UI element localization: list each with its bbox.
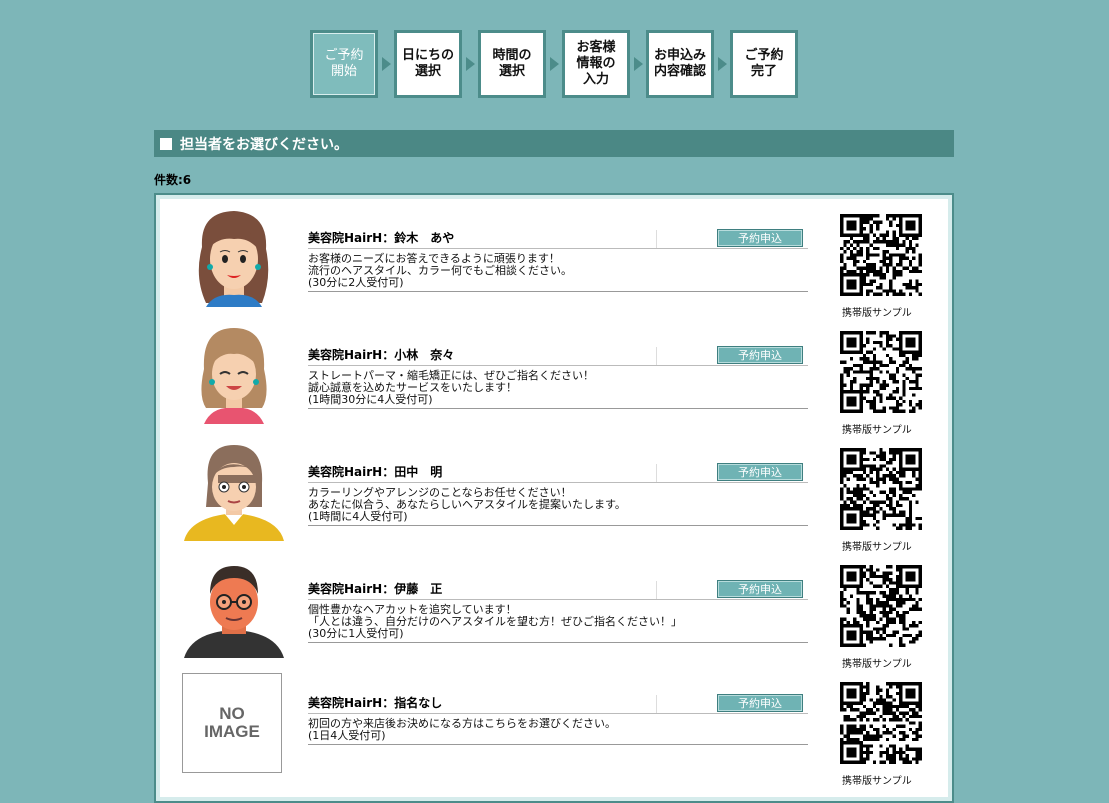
no-image-text: IMAGE	[204, 722, 260, 741]
qr-label: 携帯版サンプル	[842, 659, 912, 670]
step-5: お申込み 内容確認	[646, 30, 714, 98]
staff-name: 美容院HairH：伊藤 正	[308, 582, 443, 596]
staff-name-line: 美容院HairH：鈴木 あや 予約申込	[308, 228, 808, 249]
step-arrow-icon	[378, 30, 394, 98]
step-label: お客様 情報の 入力	[565, 33, 627, 95]
qr-label: 携帯版サンプル	[842, 776, 912, 787]
step-1: ご予約 開始	[310, 30, 378, 98]
reserve-button[interactable]: 予約申込	[717, 346, 803, 364]
step-label: ご予約 開始	[313, 33, 375, 95]
no-image-text: NO	[219, 704, 245, 723]
staff-photo	[182, 441, 286, 541]
qr-code-icon	[840, 565, 922, 647]
staff-description: ストレートパーマ・縮毛矯正には、ぜひご指名ください！ 誠心誠意を込めたサービスを…	[308, 370, 808, 409]
reserve-button[interactable]: 予約申込	[717, 580, 803, 598]
step-label: ご予約 完了	[733, 33, 795, 95]
qr-label: 携帯版サンプル	[842, 308, 912, 319]
step-arrow-icon	[546, 30, 562, 98]
reservation-steps: ご予約 開始 日にちの 選択 時間の 選択 お客様 情報の 入力 お申込み 内容確認 ご予…	[310, 30, 798, 98]
step-arrow-icon	[630, 30, 646, 98]
staff-name-line: 美容院HairH：小林 奈々 予約申込	[308, 345, 808, 366]
staff-row: 美容院HairH：鈴木 あや 予約申込 お客様のニーズにお答えできるように頑張り…	[160, 203, 950, 320]
staff-name: 美容院HairH：小林 奈々	[308, 348, 455, 362]
step-4: お客様 情報の 入力	[562, 30, 630, 98]
staff-list: 美容院HairH：鈴木 あや 予約申込 お客様のニーズにお答えできるように頑張り…	[154, 193, 954, 803]
qr-code-icon	[840, 331, 922, 413]
qr-label: 携帯版サンプル	[842, 425, 912, 436]
staff-photo	[182, 324, 286, 424]
staff-name: 美容院HairH：田中 明	[308, 465, 443, 479]
step-arrow-icon	[462, 30, 478, 98]
step-label: お申込み 内容確認	[649, 33, 711, 95]
staff-name: 美容院HairH：鈴木 あや	[308, 231, 455, 245]
staff-name-line: 美容院HairH：田中 明 予約申込	[308, 462, 808, 483]
staff-row: 美容院HairH：伊藤 正 予約申込 個性豊かなヘアカットを追究しています！ 「…	[160, 554, 950, 671]
staff-description: カラーリングやアレンジのことならお任せください！ あなたに似合う、あなたらしいヘ…	[308, 487, 808, 526]
no-image-placeholder: NO IMAGE	[182, 673, 282, 773]
step-6: ご予約 完了	[730, 30, 798, 98]
square-icon	[160, 137, 172, 150]
qr-code-icon	[840, 448, 922, 530]
staff-row: 美容院HairH：田中 明 予約申込 カラーリングやアレンジのことならお任せくだ…	[160, 437, 950, 554]
result-count: 件数:6	[154, 173, 192, 187]
qr-code-icon	[840, 214, 922, 296]
qr-code-icon	[840, 682, 922, 764]
staff-name: 美容院HairH：指名なし	[308, 696, 443, 710]
staff-photo	[182, 558, 286, 658]
step-label: 日にちの 選択	[397, 33, 459, 95]
staff-name-line: 美容院HairH：伊藤 正 予約申込	[308, 579, 808, 600]
staff-photo	[182, 207, 286, 307]
step-arrow-icon	[714, 30, 730, 98]
section-title: 担当者をお選びください。	[180, 136, 348, 153]
staff-name-line: 美容院HairH：指名なし 予約申込	[308, 693, 808, 714]
qr-label: 携帯版サンプル	[842, 542, 912, 553]
section-header: 担当者をお選びください。	[154, 130, 954, 157]
reserve-button[interactable]: 予約申込	[717, 694, 803, 712]
step-3: 時間の 選択	[478, 30, 546, 98]
reserve-button[interactable]: 予約申込	[717, 229, 803, 247]
staff-description: 個性豊かなヘアカットを追究しています！ 「人とは違う、自分だけのヘアスタイルを望…	[308, 604, 808, 643]
reserve-button[interactable]: 予約申込	[717, 463, 803, 481]
staff-description: 初回の方や来店後お決めになる方はこちらをお選びください。 (1日4人受付可)	[308, 718, 808, 745]
step-label: 時間の 選択	[481, 33, 543, 95]
step-2: 日にちの 選択	[394, 30, 462, 98]
staff-row: 美容院HairH：小林 奈々 予約申込 ストレートパーマ・縮毛矯正には、ぜひご指…	[160, 320, 950, 437]
staff-row: NO IMAGE 美容院HairH：指名なし 予約申込 初回の方や来店後お決めにな…	[160, 671, 950, 788]
staff-description: お客様のニーズにお答えできるように頑張ります！ 流行のヘアスタイル、カラー何でも…	[308, 253, 808, 292]
